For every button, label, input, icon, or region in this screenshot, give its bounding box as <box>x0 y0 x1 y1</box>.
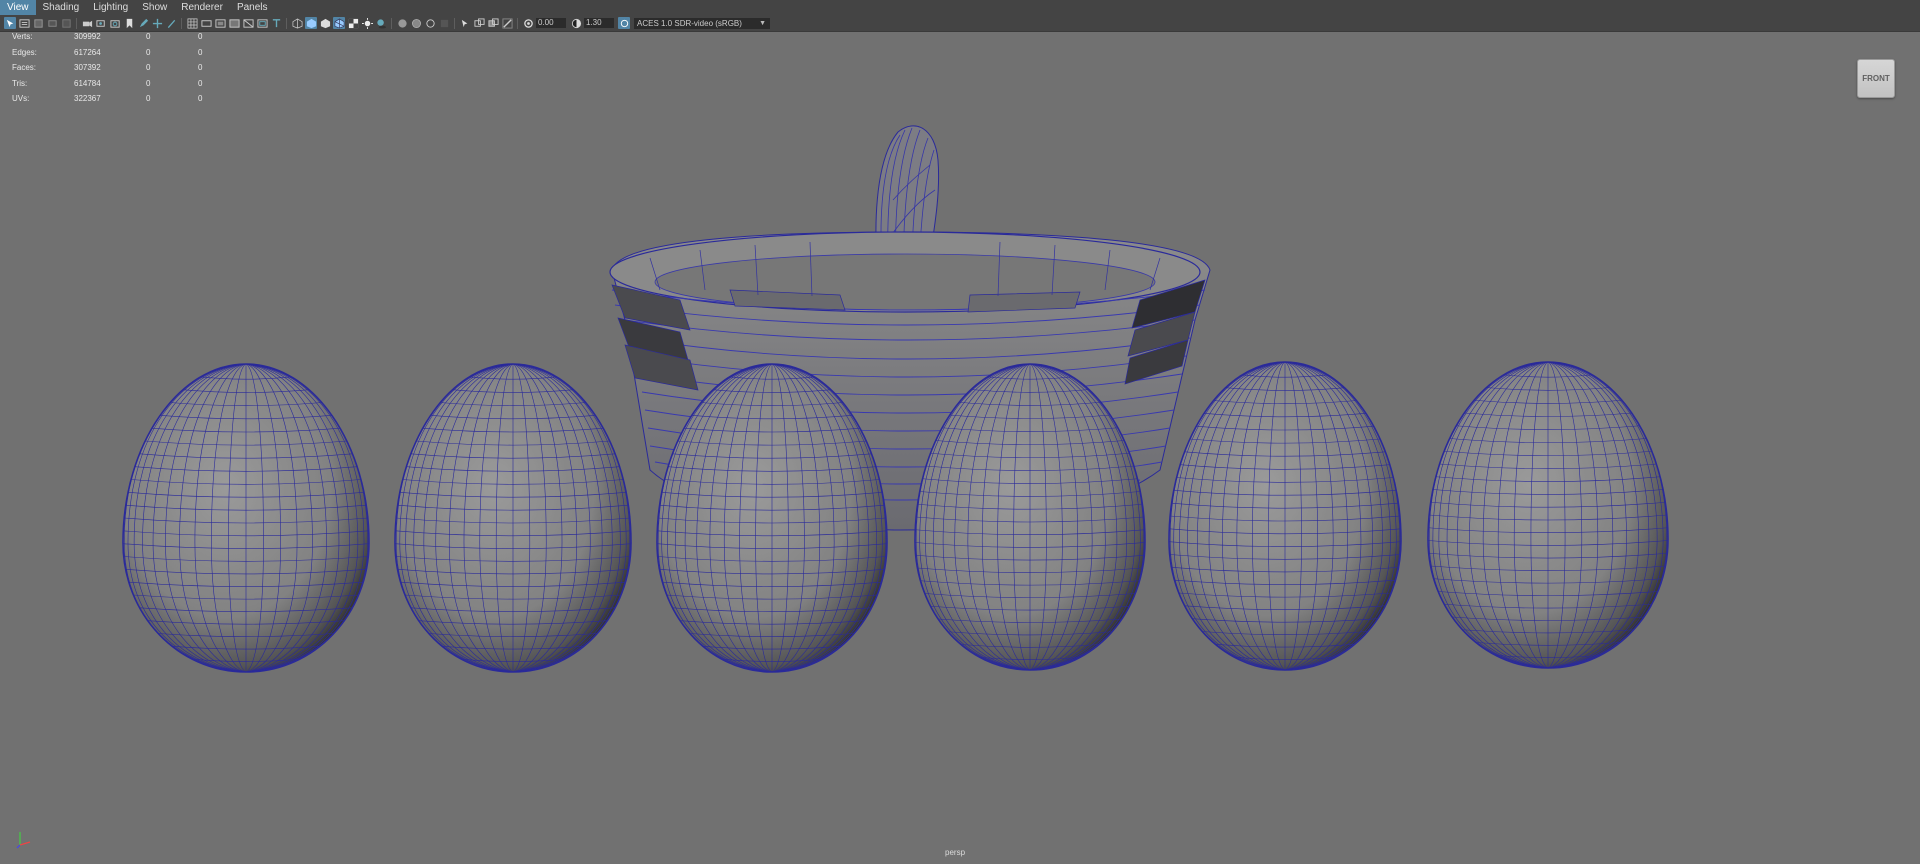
basket-inner <box>654 253 1156 311</box>
view-transform-icon[interactable] <box>618 17 630 29</box>
gamma-icon[interactable] <box>570 17 582 29</box>
move-icon[interactable] <box>151 17 163 29</box>
smooth-shade-icon[interactable] <box>305 17 317 29</box>
viewport-menu-bar: View Shading Lighting Show Renderer Pane… <box>0 0 1920 15</box>
separator <box>286 17 287 29</box>
select-camera-icon[interactable] <box>4 17 16 29</box>
viewport-toolbar: 0.00 1.30 ACES 1.0 SDR-video (sRGB) ▼ <box>0 15 1920 32</box>
color-space-dropdown[interactable]: ACES 1.0 SDR-video (sRGB) ▼ <box>634 17 770 29</box>
safe-title-icon[interactable] <box>270 17 282 29</box>
two-d-pan-zoom-icon[interactable] <box>60 17 72 29</box>
grease-pencil-icon[interactable] <box>137 17 149 29</box>
axis-x <box>19 841 31 846</box>
menu-panels[interactable]: Panels <box>230 0 275 15</box>
bookmarks-icon[interactable] <box>32 17 44 29</box>
snapshot-icon[interactable] <box>109 17 121 29</box>
wireframe-on-shaded-icon[interactable] <box>333 17 345 29</box>
menu-renderer[interactable]: Renderer <box>174 0 230 15</box>
film-gate-icon[interactable] <box>200 17 212 29</box>
viewport-canvas[interactable] <box>0 31 1920 864</box>
camera-lock-icon[interactable] <box>95 17 107 29</box>
isolate-select-icon[interactable] <box>459 17 471 29</box>
grid-icon[interactable] <box>186 17 198 29</box>
resolution-gate-icon[interactable] <box>214 17 226 29</box>
view-cube-face-label: FRONT <box>1862 74 1890 83</box>
pencil-icon[interactable] <box>165 17 177 29</box>
field-chart-icon[interactable] <box>242 17 254 29</box>
ambient-occlusion-icon[interactable] <box>396 17 408 29</box>
textured-icon[interactable] <box>347 17 359 29</box>
egg-mesh[interactable] <box>1427 361 1669 669</box>
motion-blur-icon[interactable] <box>410 17 422 29</box>
separator <box>391 17 392 29</box>
menu-show[interactable]: Show <box>135 0 174 15</box>
default-material-icon[interactable] <box>319 17 331 29</box>
exposure-field[interactable]: 0.00 <box>536 18 566 28</box>
menu-shading[interactable]: Shading <box>36 0 87 15</box>
axis-z <box>16 844 21 849</box>
view-cube[interactable]: FRONT <box>1857 59 1895 98</box>
separator <box>76 17 77 29</box>
menu-view[interactable]: View <box>0 0 36 15</box>
depth-of-field-icon[interactable] <box>438 17 450 29</box>
xray-icon[interactable] <box>473 17 485 29</box>
shadows-icon[interactable] <box>375 17 387 29</box>
separator <box>454 17 455 29</box>
gate-mask-icon[interactable] <box>228 17 240 29</box>
chevron-down-icon: ▼ <box>759 19 766 27</box>
separator <box>517 17 518 29</box>
bookmark-flag-icon[interactable] <box>123 17 135 29</box>
egg-mesh[interactable] <box>122 363 370 673</box>
axis-gizmo <box>16 832 31 849</box>
egg-mesh[interactable] <box>394 363 632 673</box>
menu-lighting[interactable]: Lighting <box>86 0 135 15</box>
camera-icon[interactable] <box>81 17 93 29</box>
xray-joints-icon[interactable] <box>487 17 499 29</box>
gamma-field[interactable]: 1.30 <box>584 18 614 28</box>
separator <box>181 17 182 29</box>
camera-attributes-icon[interactable] <box>18 17 30 29</box>
image-plane-icon[interactable] <box>46 17 58 29</box>
lights-icon[interactable] <box>361 17 373 29</box>
wireframe-icon[interactable] <box>291 17 303 29</box>
anti-aliasing-icon[interactable] <box>424 17 436 29</box>
safe-action-icon[interactable] <box>256 17 268 29</box>
camera-name: persp <box>945 848 966 857</box>
xray-active-components-icon[interactable] <box>501 17 513 29</box>
exposure-icon[interactable] <box>522 17 534 29</box>
egg-mesh[interactable] <box>1168 361 1402 671</box>
color-space-value: ACES 1.0 SDR-video (sRGB) <box>637 18 742 28</box>
